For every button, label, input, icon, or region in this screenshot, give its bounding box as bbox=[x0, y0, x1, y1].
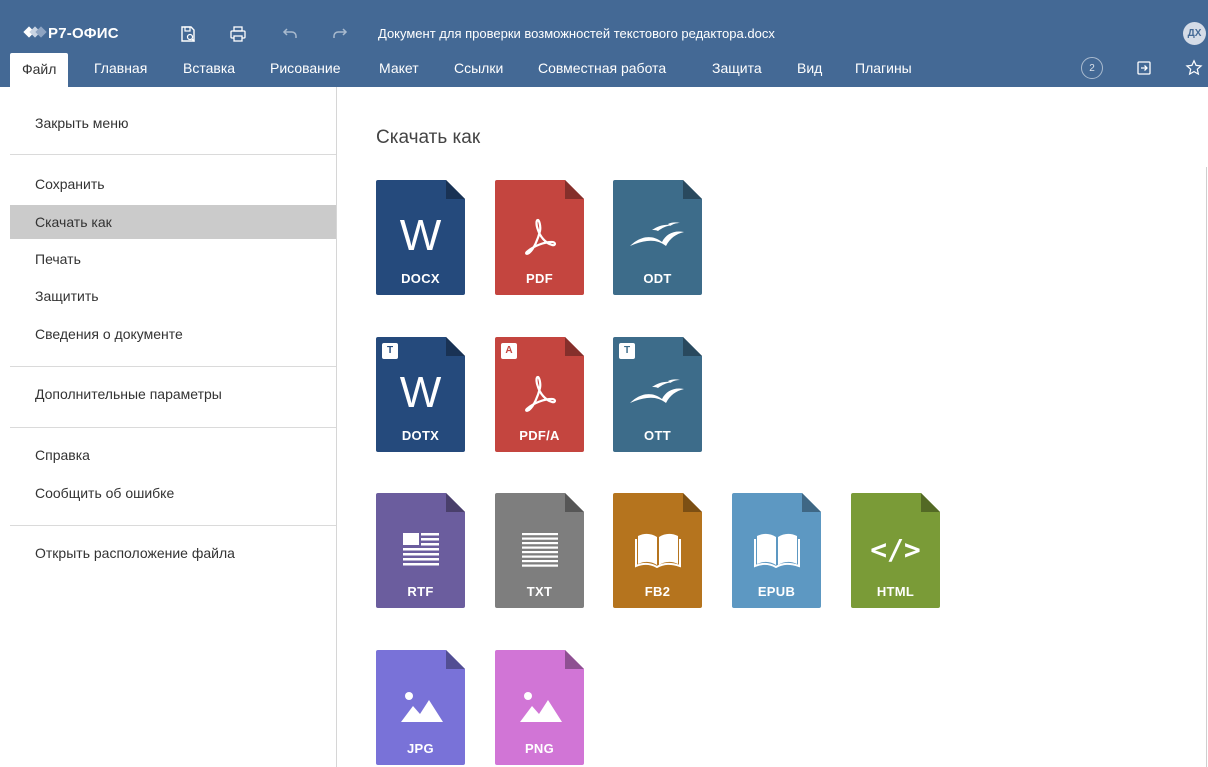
undo-button[interactable] bbox=[280, 24, 300, 44]
format-label: EPUB bbox=[757, 584, 796, 599]
menu-item-close[interactable]: Закрыть меню bbox=[10, 106, 336, 140]
menu-divider bbox=[10, 427, 336, 428]
tab-home[interactable]: Главная bbox=[94, 50, 147, 87]
format-label: TXT bbox=[526, 584, 553, 599]
print-icon bbox=[230, 26, 246, 42]
menu-divider bbox=[10, 154, 336, 155]
gull-icon bbox=[629, 222, 684, 246]
app-logo[interactable]: Р7-ОФИС bbox=[23, 23, 119, 43]
tab-collaboration[interactable]: Совместная работа bbox=[538, 50, 666, 87]
download-as-panel: Скачать как W DOCX PDF ODT T W DOTX A PD… bbox=[338, 87, 1208, 767]
format-pdfa-button[interactable]: A PDF/A bbox=[495, 337, 584, 452]
menu-item-open-file-location[interactable]: Открыть расположение файла bbox=[10, 536, 336, 570]
user-avatar[interactable]: ДХ bbox=[1183, 22, 1206, 45]
book-icon bbox=[753, 533, 800, 568]
logo-text: Р7-ОФИС bbox=[48, 24, 119, 42]
image-icon bbox=[519, 692, 562, 722]
document-title: Документ для проверки возможностей текст… bbox=[378, 26, 775, 41]
format-epub-button[interactable]: EPUB bbox=[732, 493, 821, 608]
format-label: PDF/A bbox=[519, 428, 560, 443]
app-header: Р7-ОФИС Документ для проверки возможност… bbox=[0, 0, 1208, 87]
redo-icon bbox=[333, 28, 348, 38]
format-label: PNG bbox=[524, 741, 555, 756]
format-label: OTT bbox=[644, 428, 671, 443]
format-label: FB2 bbox=[644, 584, 671, 599]
code-icon: </> bbox=[870, 532, 921, 566]
text-lines-icon bbox=[521, 533, 558, 567]
format-docx-button[interactable]: W DOCX bbox=[376, 180, 465, 295]
title-bar: Р7-ОФИС Документ для проверки возможност… bbox=[0, 17, 1208, 50]
word-icon: W bbox=[399, 368, 442, 417]
tab-layout[interactable]: Макет bbox=[379, 50, 419, 87]
format-png-button[interactable]: PNG bbox=[495, 650, 584, 765]
menu-item-protect[interactable]: Защитить bbox=[10, 279, 336, 313]
panel-scroll-border bbox=[1206, 167, 1207, 767]
format-label: PDF bbox=[526, 271, 553, 286]
word-icon: W bbox=[399, 211, 442, 260]
rtf-icon bbox=[402, 533, 439, 566]
format-label: DOCX bbox=[401, 271, 440, 286]
users-icon: 2 bbox=[1081, 57, 1103, 79]
logo-mark-icon bbox=[23, 26, 48, 40]
collaborators-button[interactable]: 2 bbox=[1080, 56, 1104, 80]
format-pdf-button[interactable]: PDF bbox=[495, 180, 584, 295]
format-rtf-button[interactable]: RTF bbox=[376, 493, 465, 608]
format-dotx-button[interactable]: T W DOTX bbox=[376, 337, 465, 452]
collaborators-count: 2 bbox=[1089, 62, 1095, 74]
menu-item-report-bug[interactable]: Сообщить об ошибке bbox=[10, 476, 336, 510]
pdf-icon bbox=[524, 375, 556, 412]
format-label: JPG bbox=[407, 741, 434, 756]
menu-item-download-as[interactable]: Скачать как bbox=[10, 205, 336, 239]
gull-icon bbox=[629, 379, 684, 403]
redo-button[interactable] bbox=[330, 24, 350, 44]
format-odt-button[interactable]: ODT bbox=[613, 180, 702, 295]
ribbon-tabs: Файл Главная Вставка Рисование Макет Ссы… bbox=[0, 50, 1208, 87]
format-jpg-button[interactable]: JPG bbox=[376, 650, 465, 765]
star-icon bbox=[1185, 59, 1203, 76]
open-location-button[interactable] bbox=[1132, 56, 1156, 80]
template-badge: T bbox=[382, 343, 398, 359]
menu-item-advanced-settings[interactable]: Дополнительные параметры bbox=[10, 377, 336, 411]
exit-icon bbox=[1137, 61, 1151, 75]
format-ott-button[interactable]: T OTT bbox=[613, 337, 702, 452]
print-button[interactable] bbox=[228, 24, 248, 44]
format-label: DOTX bbox=[401, 428, 440, 443]
tab-file[interactable]: Файл bbox=[10, 53, 69, 87]
tab-plugins[interactable]: Плагины bbox=[855, 50, 912, 87]
format-html-button[interactable]: </> HTML bbox=[851, 493, 940, 608]
save-button[interactable] bbox=[178, 24, 198, 44]
format-label: RTF bbox=[407, 584, 434, 599]
tab-protection[interactable]: Защита bbox=[712, 50, 762, 87]
save-icon bbox=[181, 26, 195, 42]
tab-view[interactable]: Вид bbox=[797, 50, 822, 87]
pdf-icon bbox=[524, 218, 556, 255]
menu-item-print[interactable]: Печать bbox=[10, 242, 336, 276]
image-icon bbox=[400, 692, 443, 722]
undo-icon bbox=[282, 28, 297, 38]
favorite-button[interactable] bbox=[1182, 56, 1206, 80]
menu-item-help[interactable]: Справка bbox=[10, 438, 336, 472]
book-icon bbox=[634, 533, 681, 568]
tab-references[interactable]: Ссылки bbox=[454, 50, 503, 87]
format-txt-button[interactable]: TXT bbox=[495, 493, 584, 608]
file-menu-panel: Закрыть меню Сохранить Скачать как Печат… bbox=[10, 87, 337, 767]
panel-title: Скачать как bbox=[376, 127, 481, 148]
menu-item-save[interactable]: Сохранить bbox=[10, 167, 336, 201]
format-fb2-button[interactable]: FB2 bbox=[613, 493, 702, 608]
archive-badge: A bbox=[501, 343, 517, 359]
tab-insert[interactable]: Вставка bbox=[183, 50, 235, 87]
template-badge: T bbox=[619, 343, 635, 359]
menu-divider bbox=[10, 366, 336, 367]
tab-draw[interactable]: Рисование bbox=[270, 50, 341, 87]
format-label: ODT bbox=[643, 271, 672, 286]
menu-divider bbox=[10, 525, 336, 526]
format-label: HTML bbox=[876, 584, 915, 599]
menu-item-document-info[interactable]: Сведения о документе bbox=[10, 317, 336, 351]
